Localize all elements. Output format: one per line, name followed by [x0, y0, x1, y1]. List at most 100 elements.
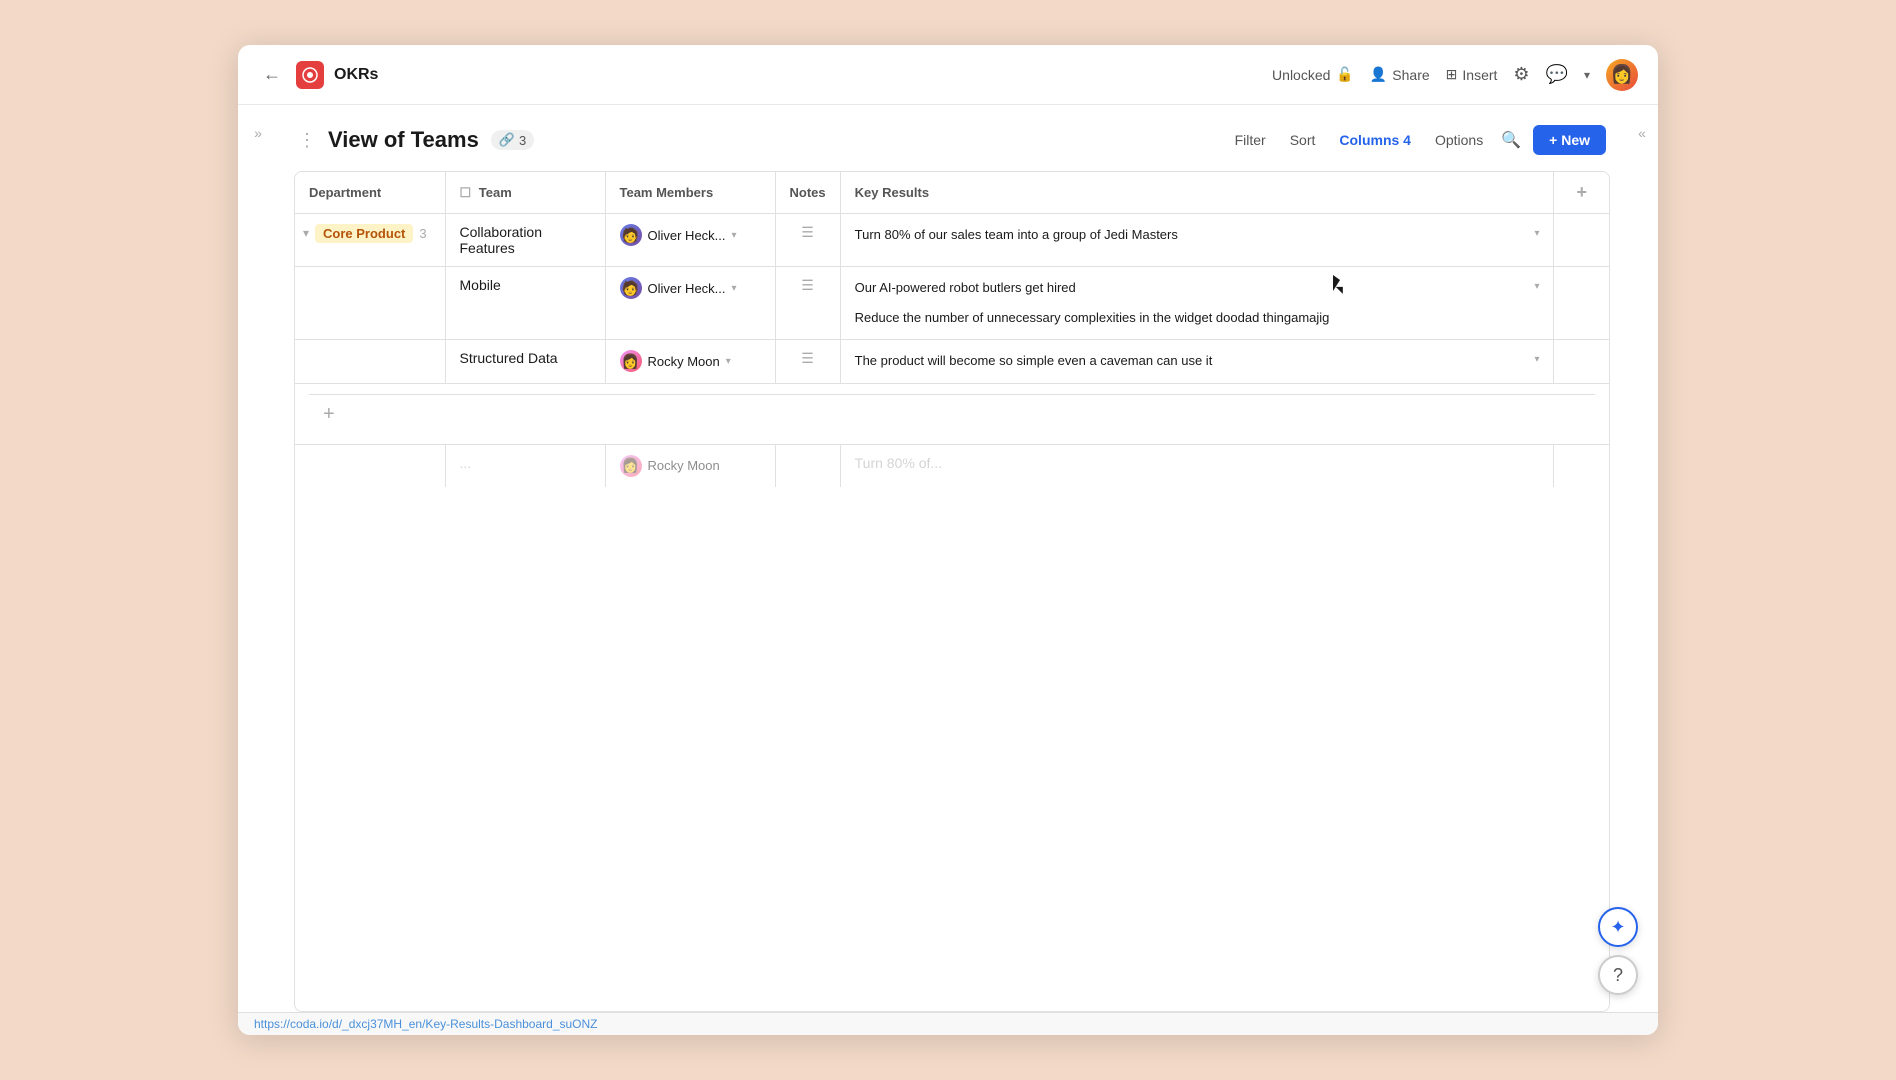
add-row[interactable]: +: [295, 383, 1609, 444]
share-icon: 👤: [1370, 66, 1387, 83]
grid-icon: ⊞: [1446, 66, 1458, 83]
team-name: Mobile: [460, 277, 501, 293]
member-name: Oliver Heck...: [648, 228, 726, 243]
member-name: Oliver Heck...: [648, 281, 726, 296]
team-name: Collaboration Features: [460, 224, 543, 256]
member-chevron-icon[interactable]: ▾: [732, 283, 737, 294]
add-row-cell[interactable]: +: [295, 383, 1609, 444]
team-name: Structured Data: [460, 350, 558, 366]
header-right: Unlocked 🔓 👤 Share ⊞ Insert ⚙ 💬 ▾ 👩: [1272, 59, 1638, 91]
okr-table: Department ☐ Team Team Members Notes: [295, 172, 1609, 487]
member-avatar: 🧑: [620, 277, 642, 299]
settings-icon[interactable]: ⚙: [1513, 64, 1529, 85]
comment-icon[interactable]: 💬: [1546, 64, 1568, 85]
notes-icon: ☰: [801, 277, 814, 293]
view-header: ⋮ View of Teams 🔗 3 Filter Sort Columns …: [278, 125, 1626, 171]
right-collapse-icon: «: [1638, 125, 1646, 141]
notes-icon: ☰: [801, 224, 814, 240]
notes-cell: ☰: [775, 267, 840, 340]
link-icon: 🔗: [499, 132, 515, 148]
notes-cell: ☰: [775, 340, 840, 383]
sparkle-fab[interactable]: ✦: [1598, 907, 1638, 947]
view-link-badge[interactable]: 🔗 3: [491, 130, 534, 150]
team-col-icon: ☐: [460, 185, 472, 200]
insert-label: Insert: [1462, 67, 1497, 83]
search-icon[interactable]: 🔍: [1501, 130, 1521, 150]
members-cell-peek: 👩 Rocky Moon: [605, 444, 775, 487]
sparkle-icon: ✦: [1610, 917, 1625, 938]
unlocked-label: Unlocked: [1272, 67, 1330, 83]
header-chevron-icon[interactable]: ▾: [1584, 68, 1590, 82]
options-button[interactable]: Options: [1429, 128, 1489, 152]
right-collapse-toggle[interactable]: «: [1626, 105, 1658, 1012]
notes-cell-peek: [775, 444, 840, 487]
key-results-cell: Our AI-powered robot butlers get hired ▾…: [840, 267, 1554, 340]
member-chevron-icon[interactable]: ▾: [726, 356, 731, 367]
member-name-peek: Rocky Moon: [648, 458, 720, 473]
fab-container: ✦ ?: [1598, 907, 1638, 995]
view-title: View of Teams: [328, 127, 479, 153]
table-row: Mobile 🧑 Oliver Heck... ▾: [295, 267, 1609, 340]
member-avatar: 🧑: [620, 224, 642, 246]
key-result-text: Turn 80% of our sales team into a group …: [855, 226, 1178, 244]
table-row-peek: ... 👩 Rocky Moon: [295, 444, 1609, 487]
url-text: https://coda.io/d/_dxcj37MH_en/Key-Resul…: [254, 1017, 598, 1031]
team-name-peek: ...: [460, 455, 472, 471]
dept-column-header: Department: [295, 172, 445, 214]
help-fab[interactable]: ?: [1598, 955, 1638, 995]
lock-icon: 🔓: [1336, 66, 1353, 83]
share-label: Share: [1392, 67, 1429, 83]
header: ← OKRs Unlocked 🔓 👤 Share ⊞ Insert: [238, 45, 1658, 105]
filter-button[interactable]: Filter: [1229, 128, 1272, 152]
dept-badge: Core Product: [315, 224, 413, 243]
sort-button[interactable]: Sort: [1284, 128, 1322, 152]
member-avatar-peek: 👩: [620, 455, 642, 477]
kr-chevron-icon[interactable]: ▾: [1534, 281, 1539, 292]
back-button[interactable]: ←: [258, 61, 286, 89]
kr-chevron-icon[interactable]: ▾: [1534, 228, 1539, 239]
add-column-header[interactable]: +: [1554, 172, 1609, 214]
new-button[interactable]: + New: [1533, 125, 1606, 155]
content-area: ⋮ View of Teams 🔗 3 Filter Sort Columns …: [278, 105, 1626, 1012]
columns-button[interactable]: Columns 4: [1333, 128, 1417, 152]
app-title: OKRs: [334, 66, 378, 84]
table-row: ▾ Core Product 3 Collaboration Features: [295, 214, 1609, 267]
team-cell-peek: ...: [445, 444, 605, 487]
team-column-header: ☐ Team: [445, 172, 605, 214]
member-avatar: 👩: [620, 350, 642, 372]
team-members-cell: 🧑 Oliver Heck... ▾: [605, 267, 775, 340]
insert-button[interactable]: ⊞ Insert: [1446, 66, 1498, 83]
view-actions: Filter Sort Columns 4 Options 🔍 + New: [1229, 125, 1606, 155]
row-extra-cell: [1554, 267, 1609, 340]
table-container: Department ☐ Team Team Members Notes: [294, 171, 1610, 1012]
row-extra-cell: [1554, 214, 1609, 267]
notes-column-header: Notes: [775, 172, 840, 214]
add-column-icon[interactable]: +: [1568, 182, 1595, 202]
team-cell: Collaboration Features: [445, 214, 605, 267]
kr-chevron-icon[interactable]: ▾: [1534, 354, 1539, 365]
key-results-column-header: Key Results: [840, 172, 1554, 214]
team-members-column-header: Team Members: [605, 172, 775, 214]
dept-cell: [295, 340, 445, 383]
avatar[interactable]: 👩: [1606, 59, 1638, 91]
unlocked-button[interactable]: Unlocked 🔓: [1272, 66, 1354, 83]
dept-cell-peek: [295, 444, 445, 487]
view-menu-dots[interactable]: ⋮: [298, 130, 316, 151]
key-results-cell: The product will become so simple even a…: [840, 340, 1554, 383]
kr-cell-peek: Turn 80% of...: [840, 444, 1554, 487]
table-header-row: Department ☐ Team Team Members Notes: [295, 172, 1609, 214]
team-members-cell: 👩 Rocky Moon ▾: [605, 340, 775, 383]
share-button[interactable]: 👤 Share: [1370, 66, 1430, 83]
collapse-icon: »: [254, 125, 262, 141]
table-row: Structured Data 👩 Rocky Moon ▾: [295, 340, 1609, 383]
dept-cell: ▾ Core Product 3: [295, 214, 445, 267]
expand-icon[interactable]: ▾: [303, 226, 309, 240]
member-chevron-icon[interactable]: ▾: [732, 230, 737, 241]
sidebar-toggle[interactable]: »: [238, 105, 278, 1012]
row-extra-cell: [1554, 340, 1609, 383]
add-row-button[interactable]: +: [309, 394, 1595, 434]
kr-text-peek: Turn 80% of...: [855, 455, 942, 471]
key-result-text: Our AI-powered robot butlers get hired: [855, 279, 1076, 297]
key-result-text: Reduce the number of unnecessary complex…: [855, 309, 1330, 327]
app-window: ← OKRs Unlocked 🔓 👤 Share ⊞ Insert: [238, 45, 1658, 1035]
